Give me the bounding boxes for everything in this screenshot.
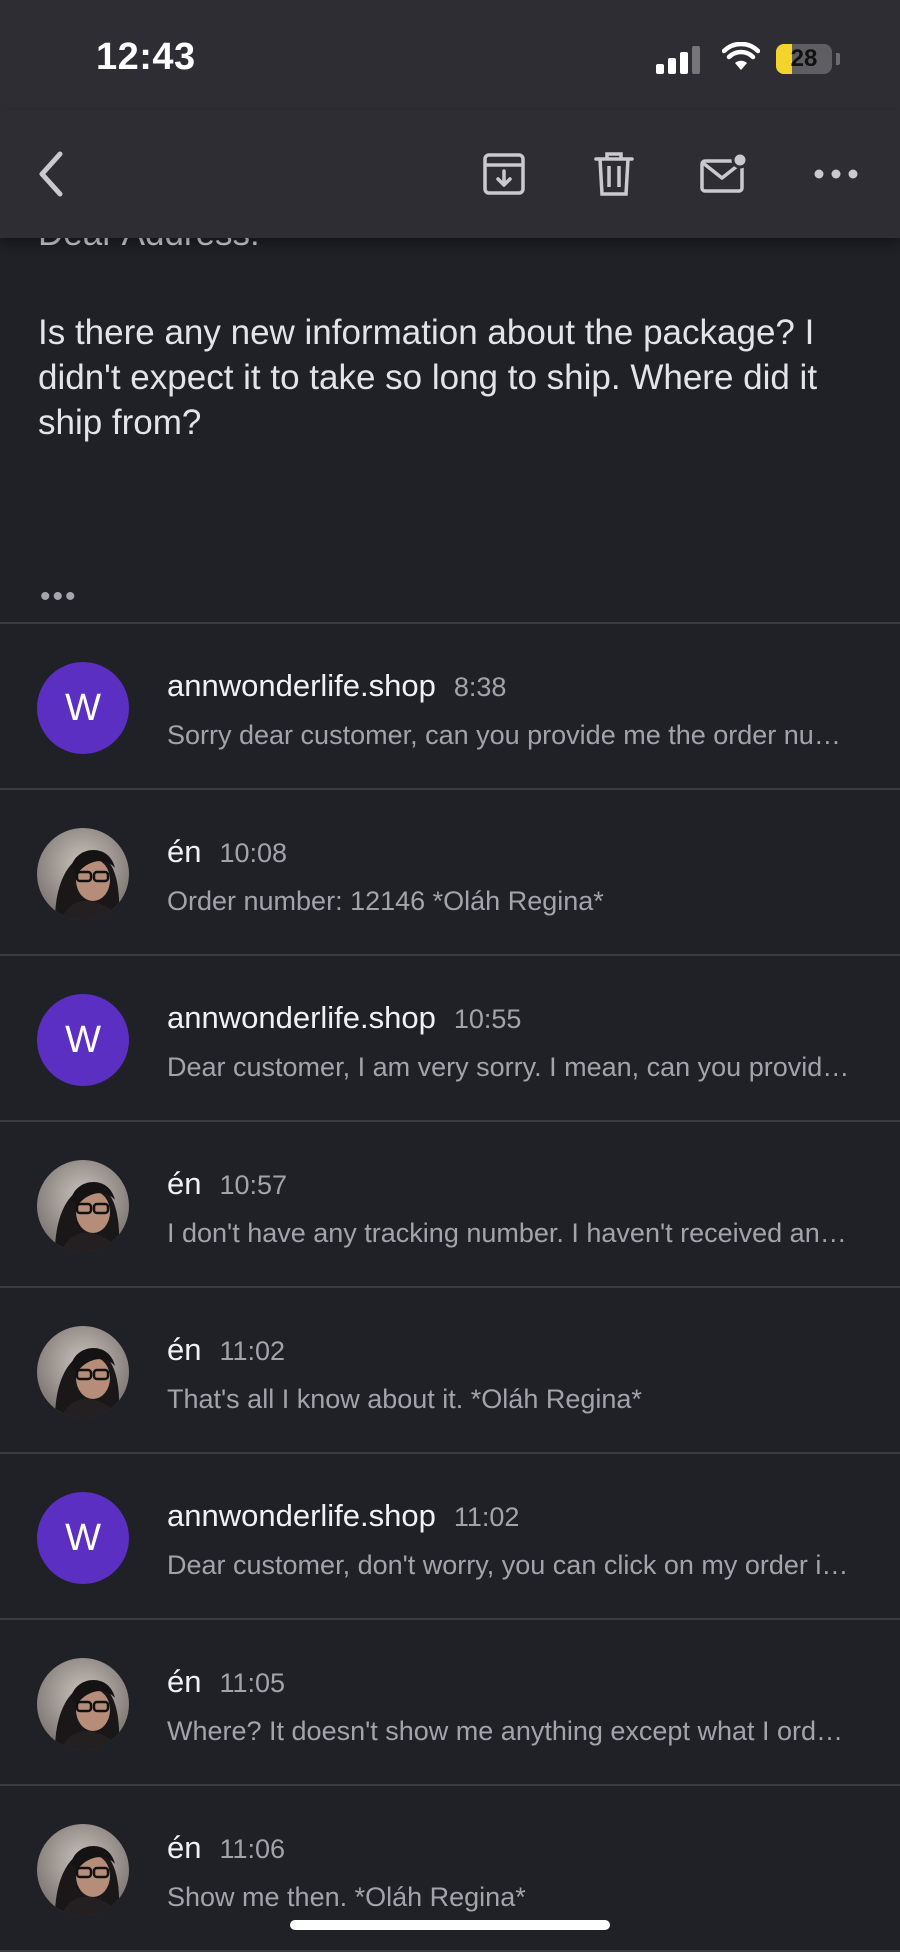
message-time: 8:38	[453, 672, 507, 702]
thread-message[interactable]: W annwonderlife.shop 8:38 Sorry dear cust…	[0, 624, 900, 790]
message-time: 11:05	[219, 1668, 286, 1698]
avatar	[37, 1326, 129, 1418]
message-preview: Dear customer, I am very sorry. I mean, …	[167, 1052, 853, 1082]
message-preview: Dear customer, don't worry, you can clic…	[167, 1550, 853, 1580]
battery-cap	[836, 53, 840, 65]
message-time: 10:08	[219, 838, 288, 868]
status-time: 12:43	[96, 36, 196, 78]
archive-icon	[483, 153, 525, 195]
sender-name: én	[167, 1166, 202, 1201]
message-preview: Show me then. *Oláh Regina*	[167, 1882, 526, 1912]
message-time: 11:06	[219, 1834, 286, 1864]
avatar: W	[37, 662, 129, 754]
cellular-signal-icon	[656, 44, 700, 74]
more-horizontal-icon	[814, 169, 858, 179]
thread-message[interactable]: W annwonderlife.shop 11:02 Dear customer,…	[0, 1454, 900, 1620]
home-indicator[interactable]	[290, 1920, 610, 1930]
conversation-thread: W annwonderlife.shop 8:38 Sorry dear cust…	[0, 624, 900, 1952]
email-toolbar	[0, 110, 900, 238]
thread-message[interactable]: én 10:57 I don't have any tracking number…	[0, 1122, 900, 1288]
message-text: Is there any new information about the p…	[38, 313, 818, 442]
archive-button[interactable]	[478, 148, 530, 200]
sender-name: én	[167, 834, 202, 869]
message-preview: Order number: 12146 *Oláh Regina*	[167, 886, 604, 916]
sender-name: én	[167, 1332, 202, 1367]
wifi-icon	[722, 42, 760, 70]
avatar: W	[37, 994, 129, 1086]
message-preview: Where? It doesn't show me anything excep…	[167, 1716, 853, 1746]
mail-unread-icon	[700, 151, 749, 193]
thread-message[interactable]: én 11:02 That's all I know about it. *Olá…	[0, 1288, 900, 1454]
status-bar: 12:43 28	[0, 0, 900, 110]
mark-unread-button[interactable]	[698, 148, 750, 200]
battery-indicator: 28	[776, 44, 832, 74]
message-time: 10:57	[219, 1170, 288, 1200]
avatar: W	[37, 1492, 129, 1584]
message-body: Dear Address! Is there any new informati…	[0, 214, 900, 624]
chevron-left-icon	[39, 151, 63, 197]
avatar	[37, 1824, 129, 1916]
more-options-button[interactable]	[810, 148, 862, 200]
avatar	[37, 828, 129, 920]
sender-name: annwonderlife.shop	[167, 1000, 436, 1035]
thread-message[interactable]: W annwonderlife.shop 10:55 Dear customer,…	[0, 956, 900, 1122]
message-preview: Sorry dear customer, can you provide me …	[167, 720, 853, 750]
avatar	[37, 1658, 129, 1750]
thread-message[interactable]: én 11:05 Where? It doesn't show me anythi…	[0, 1620, 900, 1786]
thread-message[interactable]: én 10:08 Order number: 12146 *Oláh Regina…	[0, 790, 900, 956]
sender-name: én	[167, 1830, 202, 1865]
sender-name: annwonderlife.shop	[167, 1498, 436, 1533]
delete-button[interactable]	[588, 148, 640, 200]
trash-icon	[594, 152, 634, 196]
show-quoted-text-button[interactable]: •••	[40, 580, 78, 614]
back-button[interactable]	[26, 148, 78, 200]
message-preview: I don't have any tracking number. I have…	[167, 1218, 853, 1248]
sender-name: annwonderlife.shop	[167, 668, 436, 703]
avatar	[37, 1160, 129, 1252]
message-time: 11:02	[453, 1502, 520, 1532]
message-time: 10:55	[453, 1004, 522, 1034]
sender-name: én	[167, 1664, 202, 1699]
message-time: 11:02	[219, 1336, 286, 1366]
battery-percent: 28	[790, 45, 818, 72]
message-preview: That's all I know about it. *Oláh Regina…	[167, 1384, 642, 1414]
